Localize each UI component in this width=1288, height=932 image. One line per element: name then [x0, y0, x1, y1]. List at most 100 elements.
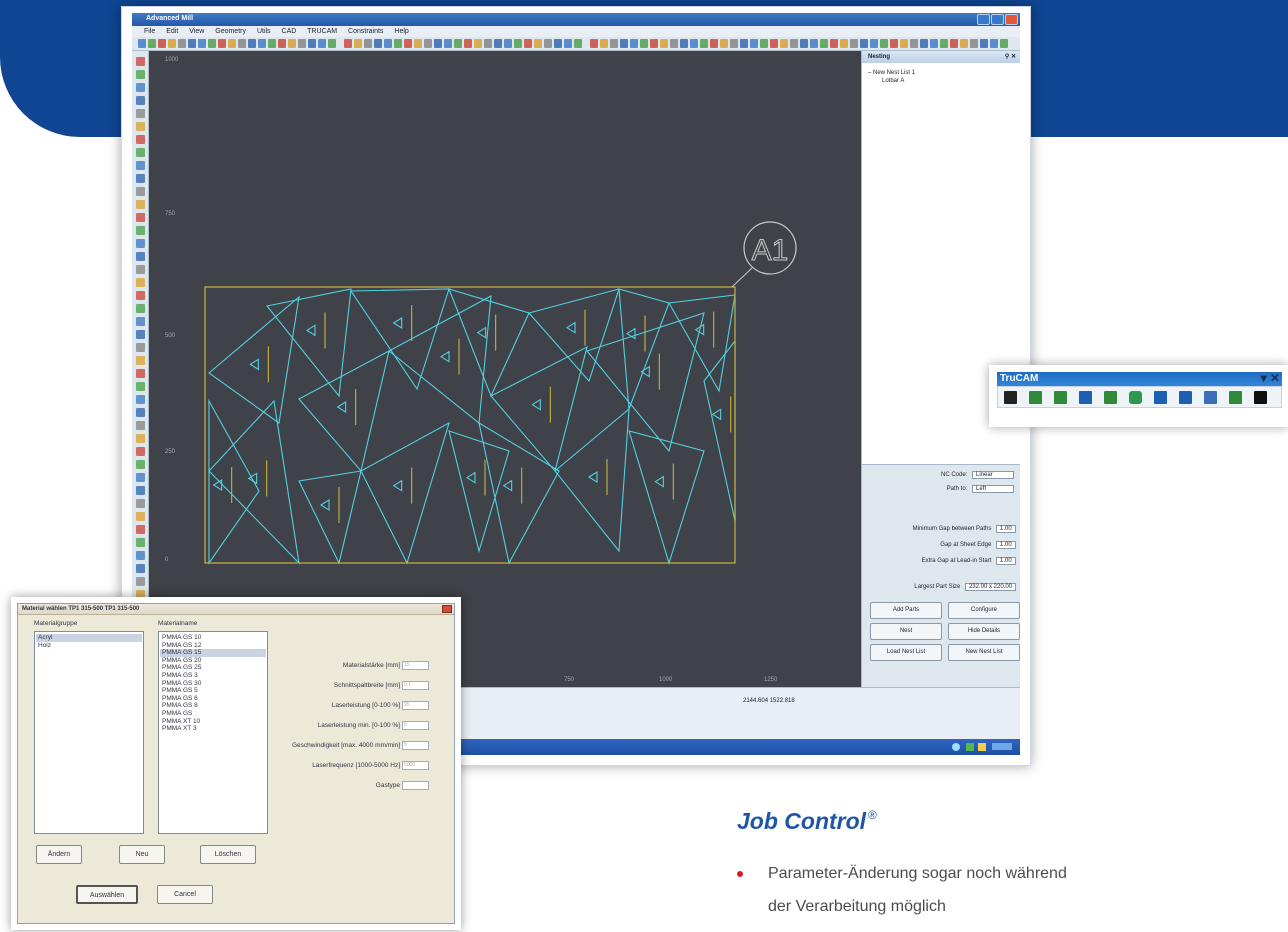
list-item[interactable]: PMMA GS 3 [160, 672, 266, 680]
left-tool-icon[interactable] [136, 564, 145, 573]
left-tool-icon[interactable] [136, 57, 145, 66]
shape-icon[interactable] [1129, 391, 1142, 404]
configure-button[interactable]: Configure [948, 602, 1020, 619]
left-tool-icon[interactable] [136, 252, 145, 261]
list-item[interactable]: PMMA GS 30 [160, 680, 266, 688]
toolbar-tool-icon[interactable] [710, 39, 718, 48]
report-icon[interactable] [1204, 391, 1217, 404]
toolbar-tool-icon[interactable] [248, 39, 256, 48]
left-tool-icon[interactable] [136, 291, 145, 300]
toolbar-tool-icon[interactable] [750, 39, 758, 48]
toolbar-tool-icon[interactable] [620, 39, 628, 48]
toolbar-tool-icon[interactable] [238, 39, 246, 48]
menu-trucam[interactable]: TRUCAM [307, 28, 337, 35]
delete-button[interactable]: Löschen [200, 845, 256, 864]
toolbar-tool-icon[interactable] [288, 39, 296, 48]
toolbar-tool-icon[interactable] [630, 39, 638, 48]
material-name-list[interactable]: PMMA GS 10 PMMA GS 12 PMMA GS 15 PMMA GS… [158, 631, 268, 834]
toolbar-tool-icon[interactable] [494, 39, 502, 48]
tray-icon[interactable] [966, 743, 974, 751]
left-tool-icon[interactable] [136, 486, 145, 495]
close-button[interactable] [1005, 14, 1018, 25]
toolbar-tool-icon[interactable] [850, 39, 858, 48]
left-tool-icon[interactable] [136, 382, 145, 391]
list-item[interactable]: PMMA GS 5 [160, 687, 266, 695]
toolbar-tool-icon[interactable] [780, 39, 788, 48]
tray-icon[interactable] [952, 743, 960, 751]
toolbar-tool-icon[interactable] [650, 39, 658, 48]
left-tool-icon[interactable] [136, 200, 145, 209]
left-tool-icon[interactable] [136, 330, 145, 339]
toolbar-tool-icon[interactable] [960, 39, 968, 48]
material-group-list[interactable]: Acryl Holz [34, 631, 144, 834]
toolbar-tool-icon[interactable] [524, 39, 532, 48]
toolbar-tool-icon[interactable] [830, 39, 838, 48]
toolbar-tool-icon[interactable] [474, 39, 482, 48]
close-icon[interactable] [442, 605, 452, 613]
tree-child[interactable]: Lotbar A [868, 77, 915, 85]
toolbar-tool-icon[interactable] [258, 39, 266, 48]
toolbar-tool-icon[interactable] [590, 39, 598, 48]
left-tool-icon[interactable] [136, 161, 145, 170]
new-button[interactable]: Neu [119, 845, 165, 864]
toolbar-tool-icon[interactable] [760, 39, 768, 48]
toolbar-tool-icon[interactable] [900, 39, 908, 48]
toolbar-tool-icon[interactable] [910, 39, 918, 48]
left-tool-icon[interactable] [136, 473, 145, 482]
toolbar-tool-icon[interactable] [148, 39, 156, 48]
toolbar-tool-icon[interactable] [344, 39, 352, 48]
toolbar-tool-icon[interactable] [940, 39, 948, 48]
toolbar-tool-icon[interactable] [354, 39, 362, 48]
corner-icon[interactable] [1179, 391, 1192, 404]
list-item[interactable]: PMMA XT 3 [160, 725, 266, 733]
hide-details-button[interactable]: Hide Details [948, 623, 1020, 640]
menu-constraints[interactable]: Constraints [348, 28, 383, 35]
list-item[interactable]: Holz [36, 642, 142, 650]
list-item[interactable]: PMMA GS 6 [160, 695, 266, 703]
tray-icon[interactable] [978, 743, 986, 751]
toolbar-tool-icon[interactable] [464, 39, 472, 48]
toolbar-tool-icon[interactable] [414, 39, 422, 48]
thickness-field[interactable]: 15 [402, 661, 429, 670]
toolbar-tool-icon[interactable] [860, 39, 868, 48]
toolbar-tool-icon[interactable] [484, 39, 492, 48]
power-field[interactable]: 95 [402, 701, 429, 710]
speed-field[interactable]: 5 [402, 741, 429, 750]
toolbar-tool-icon[interactable] [208, 39, 216, 48]
toolbar-tool-icon[interactable] [168, 39, 176, 48]
left-tool-icon[interactable] [136, 213, 145, 222]
left-tool-icon[interactable] [136, 278, 145, 287]
toolbar-tool-icon[interactable] [138, 39, 146, 48]
left-tool-icon[interactable] [136, 434, 145, 443]
toolbar-tool-icon[interactable] [564, 39, 572, 48]
menu-cad[interactable]: CAD [282, 28, 297, 35]
toolbar-tool-icon[interactable] [268, 39, 276, 48]
left-tool-icon[interactable] [136, 395, 145, 404]
nc-code-field[interactable]: Linear [972, 471, 1014, 479]
toolbar-tool-icon[interactable] [218, 39, 226, 48]
left-tool-icon[interactable] [136, 525, 145, 534]
load-nest-list-button[interactable]: Load Nest List [870, 644, 942, 661]
toolbar-tool-icon[interactable] [740, 39, 748, 48]
left-tool-icon[interactable] [136, 512, 145, 521]
gap-edge-field[interactable]: 1.00 [996, 541, 1016, 549]
toolbar-tool-icon[interactable] [188, 39, 196, 48]
pin-icon[interactable]: ⚲ ✕ [1005, 53, 1016, 60]
toolbar-tool-icon[interactable] [454, 39, 462, 48]
toolbar-tool-icon[interactable] [870, 39, 878, 48]
toolbar-tool-icon[interactable] [800, 39, 808, 48]
toolbar-tool-icon[interactable] [880, 39, 888, 48]
left-tool-icon[interactable] [136, 109, 145, 118]
toolbar-tool-icon[interactable] [298, 39, 306, 48]
menu-geometry[interactable]: Geometry [215, 28, 246, 35]
left-tool-icon[interactable] [136, 369, 145, 378]
toolbar-tool-icon[interactable] [384, 39, 392, 48]
minimize-button[interactable] [977, 14, 990, 25]
new-nest-list-button[interactable]: New Nest List [948, 644, 1020, 661]
toolbar-tool-icon[interactable] [544, 39, 552, 48]
toolbar-tool-icon[interactable] [930, 39, 938, 48]
left-tool-icon[interactable] [136, 148, 145, 157]
left-tool-icon[interactable] [136, 122, 145, 131]
toolbar-tool-icon[interactable] [920, 39, 928, 48]
left-tool-icon[interactable] [136, 421, 145, 430]
